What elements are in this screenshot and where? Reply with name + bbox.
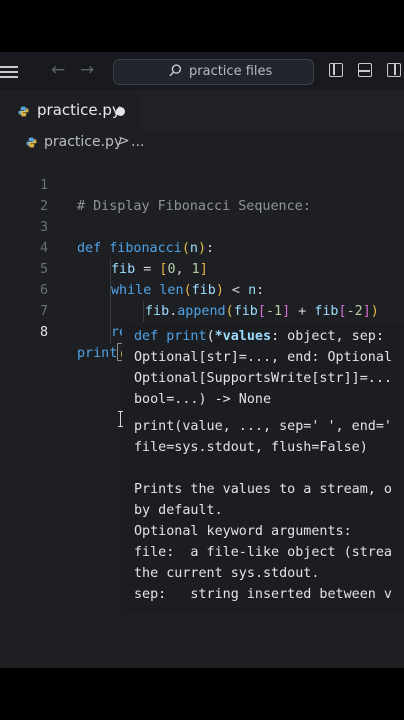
breadcrumb-separator: > <box>118 133 130 149</box>
doc-line: file: a file-like object (strea <box>134 545 392 560</box>
tab-label: practice.py <box>37 101 121 119</box>
code-editor-window: ← → practice files practice.py practice.… <box>0 52 404 668</box>
search-icon <box>169 64 182 77</box>
code-line-active: 8 print() <box>0 301 404 362</box>
doc-line: sep: string inserted between v <box>134 587 392 602</box>
breadcrumb-more[interactable]: ... <box>131 134 144 150</box>
doc-line: print(value, ..., sep=' ', end=' <box>134 419 392 434</box>
doc-line: file=sys.stdout, flush=False) <box>134 440 368 455</box>
signature-line: def print(*values: object, sep: <box>134 329 384 344</box>
python-file-icon <box>26 137 37 148</box>
search-box[interactable]: practice files <box>113 59 314 85</box>
doc-line: by default. <box>134 503 223 518</box>
unsaved-changes-dot-icon[interactable] <box>116 107 125 116</box>
toggle-secondary-sidebar-icon[interactable] <box>387 63 401 77</box>
back-arrow-icon[interactable]: ← <box>51 60 65 80</box>
code-line: 5 while len(fib) < n: <box>0 238 404 298</box>
signature-line: Optional[SupportsWrite[str]]=... <box>134 371 392 386</box>
signature-line: Optional[str]=..., end: Optional <box>134 350 392 365</box>
line-number: 8 <box>39 325 48 340</box>
code-line: 2 <box>0 175 404 214</box>
code-line: 3 def fibonacci(n): <box>0 196 404 256</box>
code-line: 1 # Display Fibonacci Sequence: <box>0 154 404 214</box>
breadcrumb: practice.py > ... <box>0 132 404 154</box>
code-line: 4 fib = [0, 1] <box>0 217 404 277</box>
mouse-ibeam-cursor-icon <box>118 411 123 427</box>
breadcrumb-file[interactable]: practice.py <box>44 134 122 150</box>
tab-practice-py[interactable]: practice.py <box>0 90 140 132</box>
tab-bar: practice.py <box>0 90 404 132</box>
doc-line: Prints the values to a stream, o <box>134 482 392 497</box>
python-file-icon <box>18 106 29 117</box>
signature-line: bool=...) -> None <box>134 392 272 407</box>
toggle-primary-sidebar-icon[interactable] <box>329 63 343 77</box>
menu-icon[interactable] <box>0 66 18 78</box>
search-placeholder: practice files <box>189 64 273 79</box>
doc-line: the current sys.stdout. <box>134 566 320 581</box>
forward-arrow-icon[interactable]: → <box>80 60 94 80</box>
toggle-panel-icon[interactable] <box>358 63 372 77</box>
title-bar: ← → practice files <box>0 52 404 90</box>
signature-hover-popup[interactable]: def print(*values: object, sep: Optional… <box>122 324 404 612</box>
doc-line: Optional keyword arguments: <box>134 524 352 539</box>
code-line: 7 return fib <box>0 280 404 340</box>
code-line: 6 fib.append(fib[-1] + fib[-2]) <box>0 259 404 319</box>
